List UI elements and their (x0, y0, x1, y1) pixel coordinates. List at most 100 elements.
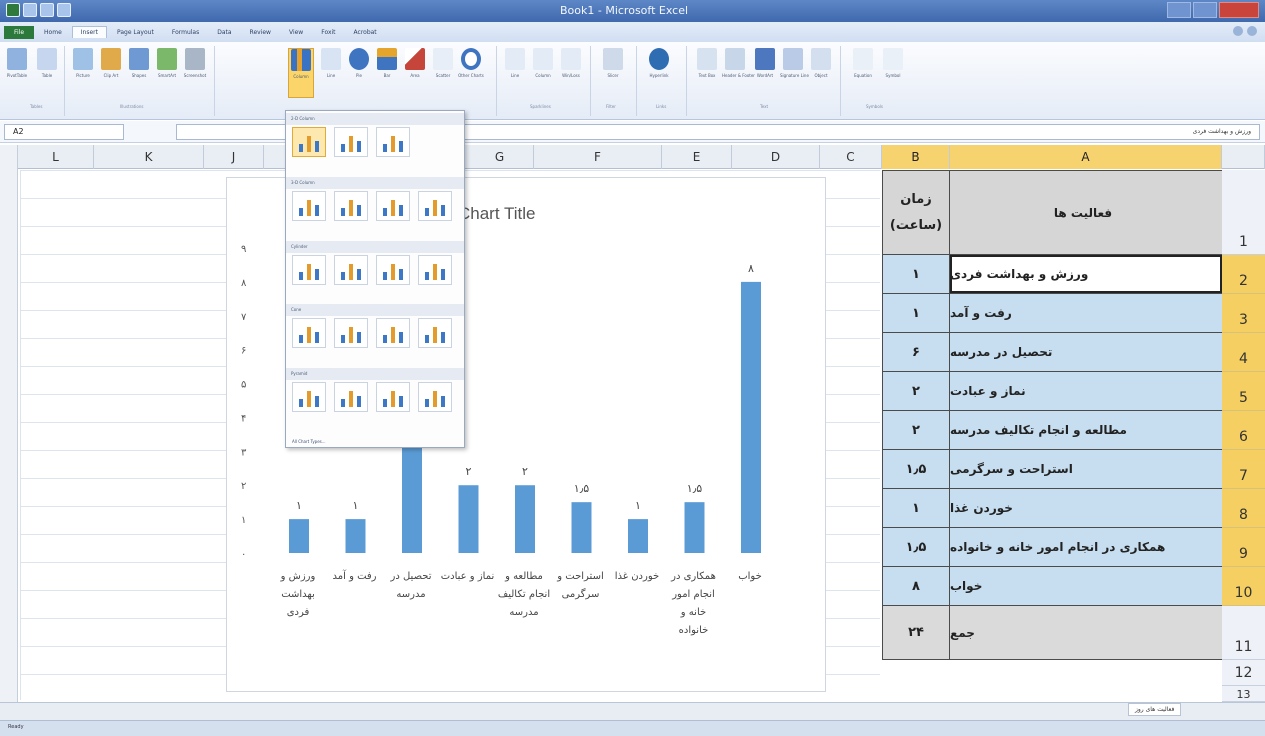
time-cell[interactable]: ۶ (882, 333, 950, 371)
chart-subtype-option[interactable] (418, 382, 452, 412)
clip-art-button[interactable]: Clip Art (98, 48, 124, 78)
scatter-chart-button[interactable]: Scatter (430, 48, 456, 78)
column-header-b[interactable]: B (882, 145, 950, 169)
header-activity-cell[interactable]: فعالیت ها (950, 171, 1222, 254)
equation-button[interactable]: Equation (850, 48, 876, 78)
chart-bar[interactable] (289, 519, 309, 553)
row-header-4[interactable]: 4 (1222, 333, 1265, 372)
tab-insert[interactable]: Insert (71, 26, 107, 38)
column-header-f[interactable]: F (534, 145, 662, 169)
row-header-13[interactable]: 13 (1222, 686, 1265, 702)
chart-subtype-option[interactable] (376, 255, 410, 285)
maximize-button[interactable] (1193, 2, 1217, 18)
chart-subtype-option[interactable] (292, 127, 326, 157)
chart-subtype-option[interactable] (376, 191, 410, 221)
shapes-button[interactable]: Shapes (126, 48, 152, 78)
symbol-button[interactable]: Symbol (880, 48, 906, 78)
chart-subtype-option[interactable] (376, 382, 410, 412)
chart-subtype-option[interactable] (334, 318, 368, 348)
total-time-cell[interactable]: ۲۴ (882, 606, 950, 659)
line-chart-button[interactable]: Line (318, 48, 344, 78)
sheet-tab[interactable]: فعالیت های روز (1128, 703, 1182, 716)
chart-subtype-option[interactable] (334, 382, 368, 412)
activity-cell-selected[interactable]: ورزش و بهداشت فردی (950, 255, 1222, 293)
chart-bar[interactable] (684, 502, 705, 553)
row-header-2[interactable]: 2 (1222, 255, 1265, 294)
activity-cell[interactable]: خوردن غذا (950, 489, 1222, 527)
slicer-button[interactable]: Slicer (600, 48, 626, 78)
chart-subtype-option[interactable] (334, 127, 368, 157)
column-chart-button[interactable]: Column (288, 48, 314, 98)
column-header-e[interactable]: E (662, 145, 732, 169)
tab-page-layout[interactable]: Page Layout (109, 27, 162, 38)
table-button[interactable]: Table (34, 48, 60, 78)
activity-cell[interactable]: همکاری در انجام امور خانه و خانواده (950, 528, 1222, 566)
name-box[interactable]: A2 (4, 124, 124, 140)
activity-cell[interactable]: استراحت و سرگرمی (950, 450, 1222, 488)
row-header-11[interactable]: 11 (1222, 606, 1265, 660)
chart-bar[interactable] (458, 485, 479, 553)
column-header-c[interactable]: C (820, 145, 882, 169)
tab-data[interactable]: Data (209, 27, 239, 38)
header-footer-button[interactable]: Header & Footer (722, 48, 755, 78)
tab-acrobat[interactable]: Acrobat (346, 27, 385, 38)
header-time-cell[interactable]: زمان (ساعت) (882, 171, 950, 254)
activity-cell[interactable]: تحصیل در مدرسه (950, 333, 1222, 371)
row-header-12[interactable]: 12 (1222, 660, 1265, 686)
time-cell[interactable]: ۱ (882, 294, 950, 332)
minimize-button[interactable] (1167, 2, 1191, 18)
tab-formulas[interactable]: Formulas (164, 27, 207, 38)
other-charts-button[interactable]: Other Charts (458, 48, 484, 78)
time-cell[interactable]: ۲ (882, 372, 950, 410)
tab-review[interactable]: Review (242, 27, 279, 38)
undo-icon[interactable] (40, 3, 54, 17)
column-header-a[interactable]: A (950, 145, 1222, 169)
activity-cell[interactable]: رفت و آمد (950, 294, 1222, 332)
activity-cell[interactable]: خواب (950, 567, 1222, 605)
row-header-1[interactable]: 1 (1222, 170, 1265, 255)
chart-subtype-option[interactable] (292, 382, 326, 412)
screenshot-button[interactable]: Screenshot (182, 48, 208, 78)
column-header-d[interactable]: D (732, 145, 820, 169)
pie-chart-button[interactable]: Pie (346, 48, 372, 78)
time-cell[interactable]: ۲ (882, 411, 950, 449)
chart-subtype-option[interactable] (376, 127, 410, 157)
time-cell[interactable]: ۱ (882, 255, 950, 293)
picture-button[interactable]: Picture (70, 48, 96, 78)
time-cell[interactable]: ۱٫۵ (882, 450, 950, 488)
activity-cell[interactable]: مطالعه و انجام تکالیف مدرسه (950, 411, 1222, 449)
chart-subtype-option[interactable] (292, 255, 326, 285)
row-header-3[interactable]: 3 (1222, 294, 1265, 333)
chart-subtype-option[interactable] (418, 318, 452, 348)
row-header-8[interactable]: 8 (1222, 489, 1265, 528)
minimize-ribbon-icon[interactable] (1247, 26, 1257, 36)
tab-home[interactable]: Home (36, 27, 70, 38)
chart-subtype-option[interactable] (292, 191, 326, 221)
chart-subtype-option[interactable] (334, 191, 368, 221)
wordart-button[interactable]: WordArt (752, 48, 778, 78)
activity-cell[interactable]: نماز و عبادت (950, 372, 1222, 410)
column-header-k[interactable]: K (94, 145, 204, 169)
chart-subtype-option[interactable] (376, 318, 410, 348)
row-header-6[interactable]: 6 (1222, 411, 1265, 450)
chart-subtype-option[interactable] (292, 318, 326, 348)
time-cell[interactable]: ۱ (882, 489, 950, 527)
horizontal-scrollbar[interactable] (0, 702, 1265, 720)
chart-bar[interactable] (741, 281, 761, 553)
chart-bar[interactable] (571, 502, 592, 553)
row-header-9[interactable]: 9 (1222, 528, 1265, 567)
chart-subtype-option[interactable] (418, 255, 452, 285)
sparkline-winloss-button[interactable]: Win/Loss (558, 48, 584, 78)
signature-line-button[interactable]: Signature Line (780, 48, 809, 78)
close-button[interactable] (1219, 2, 1259, 18)
row-header-7[interactable]: 7 (1222, 450, 1265, 489)
total-label-cell[interactable]: جمع (950, 606, 1222, 659)
all-chart-types-link[interactable]: All Chart Types... (292, 439, 326, 444)
object-button[interactable]: Object (808, 48, 834, 78)
area-chart-button[interactable]: Area (402, 48, 428, 78)
redo-icon[interactable] (57, 3, 71, 17)
sparkline-column-button[interactable]: Column (530, 48, 556, 78)
help-icon[interactable] (1233, 26, 1243, 36)
time-cell[interactable]: ۱٫۵ (882, 528, 950, 566)
chart-title[interactable]: Chart Title (458, 204, 535, 224)
